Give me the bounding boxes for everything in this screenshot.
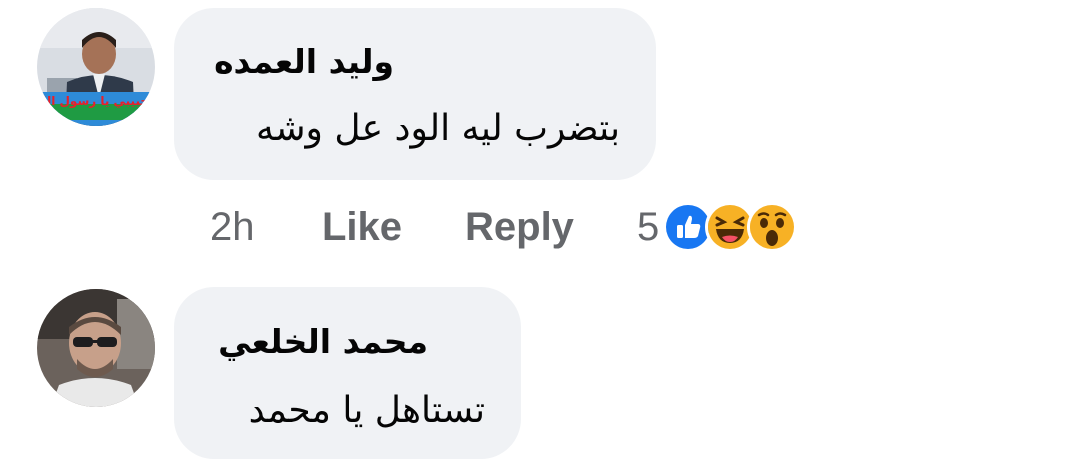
comment-author[interactable]: محمد الخلعي xyxy=(218,322,428,361)
comment-text: بتضرب ليه الود عل وشه xyxy=(256,108,620,149)
wow-icon xyxy=(747,202,798,252)
comment-timestamp[interactable]: 2h xyxy=(210,205,322,250)
comment-author[interactable]: وليد العمده xyxy=(214,42,394,81)
avatar-photo xyxy=(37,8,155,126)
reaction-icons[interactable] xyxy=(663,202,798,252)
comment-actions: 2h Like Reply 5 xyxy=(210,202,798,252)
like-button[interactable]: Like xyxy=(322,205,465,250)
comment-bubble[interactable]: محمد الخلعي تستاهل يا محمد xyxy=(174,287,521,459)
avatar-photo xyxy=(37,289,155,407)
reaction-count[interactable]: 5 xyxy=(637,205,659,250)
avatar-banner-text: حبيبي يا رسول الله xyxy=(45,94,149,108)
comment-text: تستاهل يا محمد xyxy=(248,390,485,431)
avatar[interactable]: حبيبي يا رسول الله xyxy=(37,8,155,126)
comment-bubble[interactable]: وليد العمده بتضرب ليه الود عل وشه xyxy=(174,8,656,180)
avatar[interactable] xyxy=(37,289,155,407)
reply-button[interactable]: Reply xyxy=(465,205,637,250)
